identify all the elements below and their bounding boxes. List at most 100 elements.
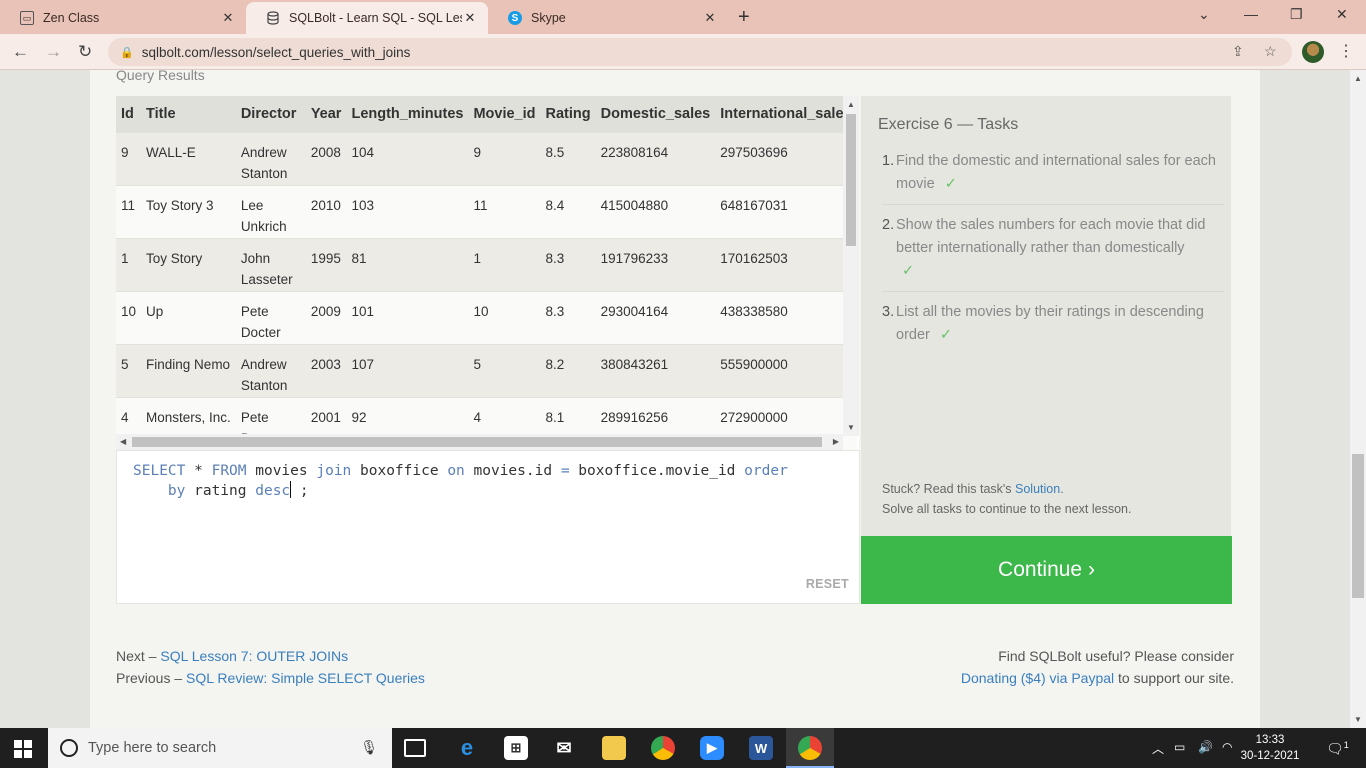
continue-button[interactable]: Continue › bbox=[861, 536, 1232, 604]
scroll-up-arrow-icon[interactable]: ▲ bbox=[1354, 74, 1362, 83]
file-explorer-icon[interactable] bbox=[602, 736, 626, 760]
sql-editor[interactable]: SELECT * FROM movies join boxoffice on m… bbox=[116, 450, 860, 604]
scroll-right-arrow-icon[interactable]: ▶ bbox=[833, 437, 839, 446]
checkmark-icon: ✓ bbox=[944, 176, 957, 192]
windows-start-icon[interactable] bbox=[14, 740, 32, 758]
cell: WALL-E bbox=[141, 131, 236, 185]
zoom-icon[interactable]: ▶ bbox=[700, 736, 724, 760]
cell: 1 bbox=[116, 237, 142, 291]
table-row: 10 Up Pete Docter 2009 101 10 8.3 293004… bbox=[116, 290, 857, 344]
menu-kebab-icon[interactable]: ⋮ bbox=[1338, 41, 1354, 61]
solution-link[interactable]: Solution bbox=[1015, 482, 1060, 496]
cell: 81 bbox=[346, 237, 469, 291]
share-icon[interactable]: ⇪ bbox=[1232, 43, 1244, 60]
donate-link[interactable]: Donating ($4) via Paypal bbox=[961, 670, 1114, 686]
battery-icon[interactable]: ▭ bbox=[1174, 740, 1185, 754]
cell: 8.2 bbox=[540, 343, 596, 397]
minimize-icon[interactable]: — bbox=[1244, 6, 1258, 22]
tab-skype[interactable]: S Skype ✕ bbox=[488, 2, 728, 34]
cell: 380843261 bbox=[595, 343, 716, 397]
task-item: 3. List all the movies by their ratings … bbox=[882, 299, 1224, 355]
sql-token: ; bbox=[291, 483, 309, 499]
close-tab-icon[interactable]: ✕ bbox=[702, 10, 718, 26]
results-horizontal-scrollbar[interactable]: ◀ ▶ bbox=[116, 434, 843, 450]
cell: 415004880 bbox=[595, 184, 716, 238]
col-header: International_sales bbox=[715, 96, 857, 132]
results-vertical-scrollbar[interactable]: ▲ ▼ bbox=[843, 96, 859, 436]
table-row: 5 Finding Nemo Andrew Stanton 2003 107 5… bbox=[116, 343, 857, 397]
tab-zen-class[interactable]: ▭ Zen Class ✕ bbox=[0, 2, 246, 34]
lock-icon: 🔒 bbox=[120, 46, 134, 59]
scroll-up-arrow-icon[interactable]: ▲ bbox=[847, 100, 855, 109]
taskbar-clock[interactable]: 13:33 30-12-2021 bbox=[1238, 732, 1302, 764]
page-scrollbar[interactable]: ▲ ▼ bbox=[1350, 70, 1366, 728]
chrome-icon[interactable] bbox=[651, 736, 675, 760]
scrollbar-thumb[interactable] bbox=[1352, 454, 1364, 598]
scroll-left-arrow-icon[interactable]: ◀ bbox=[120, 437, 126, 446]
next-lesson-link[interactable]: SQL Lesson 7: OUTER JOINs bbox=[160, 648, 348, 664]
bookmark-star-icon[interactable]: ☆ bbox=[1264, 43, 1277, 60]
cell: 293004164 bbox=[595, 290, 716, 344]
stuck-end: . bbox=[1060, 482, 1064, 496]
cell: 8.4 bbox=[540, 184, 596, 238]
scrollbar-thumb[interactable] bbox=[132, 437, 822, 447]
col-header: Rating bbox=[540, 96, 596, 132]
previous-lesson-link[interactable]: SQL Review: Simple SELECT Queries bbox=[186, 670, 425, 686]
microphone-icon[interactable]: 🎙 bbox=[360, 739, 378, 756]
wifi-icon[interactable]: ◠ bbox=[1222, 740, 1232, 754]
close-window-icon[interactable]: ✕ bbox=[1336, 6, 1348, 23]
edge-browser-icon[interactable]: e bbox=[455, 735, 479, 760]
zen-class-favicon-icon: ▭ bbox=[20, 11, 34, 25]
scroll-down-arrow-icon[interactable]: ▼ bbox=[847, 423, 855, 432]
cell: Andrew Stanton bbox=[235, 343, 306, 397]
tab-title: SQLBolt - Learn SQL - SQL Lesson bbox=[289, 11, 462, 25]
cell: 8.3 bbox=[540, 237, 596, 291]
cell: 5 bbox=[468, 343, 541, 397]
tab-sqlbolt[interactable]: SQLBolt - Learn SQL - SQL Lesson ✕ bbox=[246, 2, 488, 34]
sql-code[interactable]: SELECT * FROM movies join boxoffice on m… bbox=[133, 461, 788, 501]
profile-avatar[interactable] bbox=[1302, 41, 1324, 63]
sql-token: boxoffice.movie_id bbox=[569, 463, 745, 479]
cell: Andrew Stanton bbox=[235, 131, 306, 185]
lesson-page: Query Results Id Title Director Year Len… bbox=[90, 70, 1260, 728]
task-view-icon[interactable] bbox=[404, 739, 426, 757]
word-icon[interactable]: W bbox=[749, 736, 773, 760]
page-viewport: Query Results Id Title Director Year Len… bbox=[0, 70, 1350, 728]
sql-token: FROM bbox=[211, 463, 247, 479]
forward-icon[interactable]: → bbox=[45, 42, 62, 62]
cell: 438338580 bbox=[715, 290, 857, 344]
cell: 223808164 bbox=[595, 131, 716, 185]
sql-token: boxoffice bbox=[351, 463, 448, 479]
store-icon[interactable]: ⊞ bbox=[504, 736, 528, 760]
mail-icon[interactable]: ✉ bbox=[552, 736, 576, 760]
address-bar[interactable]: 🔒 sqlbolt.com/lesson/select_queries_with… bbox=[108, 38, 1292, 66]
tab-search-chevron-icon[interactable]: ⌄ bbox=[1198, 6, 1210, 23]
sql-token: desc bbox=[255, 483, 291, 499]
cell: 2003 bbox=[305, 343, 347, 397]
cell: 648167031 bbox=[715, 184, 857, 238]
col-header: Id bbox=[116, 96, 142, 132]
close-tab-icon[interactable]: ✕ bbox=[220, 10, 236, 26]
volume-icon[interactable]: 🔊 bbox=[1198, 740, 1213, 754]
maximize-icon[interactable]: ❐ bbox=[1290, 6, 1303, 23]
chrome-active-icon[interactable] bbox=[798, 736, 822, 760]
hidden-icons-chevron-icon[interactable]: ︿ bbox=[1152, 740, 1164, 757]
scroll-down-arrow-icon[interactable]: ▼ bbox=[1354, 715, 1362, 724]
taskbar-search-box[interactable]: Type here to search 🎙 bbox=[48, 728, 392, 768]
reload-icon[interactable]: ↻ bbox=[78, 42, 92, 62]
notification-icon[interactable]: 🗨1 bbox=[1326, 740, 1349, 758]
sql-token: on bbox=[447, 463, 465, 479]
windows-taskbar: Type here to search 🎙 e ⊞ ✉ ▶ W ︿ ▭ 🔊 ◠ … bbox=[0, 728, 1366, 768]
cell: 191796233 bbox=[595, 237, 716, 291]
donate-note: Find SQLBolt useful? Please consider Don… bbox=[961, 645, 1234, 689]
scrollbar-thumb[interactable] bbox=[846, 114, 856, 246]
cell: 103 bbox=[346, 184, 469, 238]
exercise-heading: Exercise 6 — Tasks bbox=[878, 116, 1019, 133]
skype-favicon-icon: S bbox=[508, 11, 522, 25]
new-tab-icon[interactable]: + bbox=[738, 6, 750, 29]
col-header: Domestic_sales bbox=[595, 96, 716, 132]
close-tab-icon[interactable]: ✕ bbox=[462, 10, 478, 26]
back-icon[interactable]: ← bbox=[12, 42, 29, 62]
reset-button[interactable]: RESET bbox=[806, 577, 849, 591]
